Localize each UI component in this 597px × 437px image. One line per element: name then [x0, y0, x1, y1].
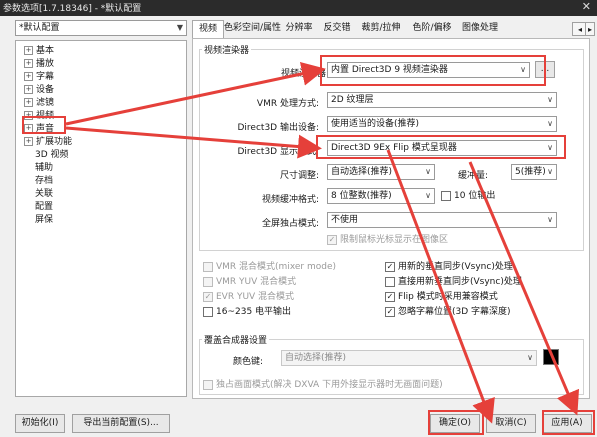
annotation-arrows [65, 62, 580, 424]
arrow-to-renderer [65, 62, 326, 126]
arrow-to-ok [386, 149, 495, 424]
arrow-to-d3d-display [65, 126, 322, 159]
arrow-to-apply [468, 161, 580, 416]
